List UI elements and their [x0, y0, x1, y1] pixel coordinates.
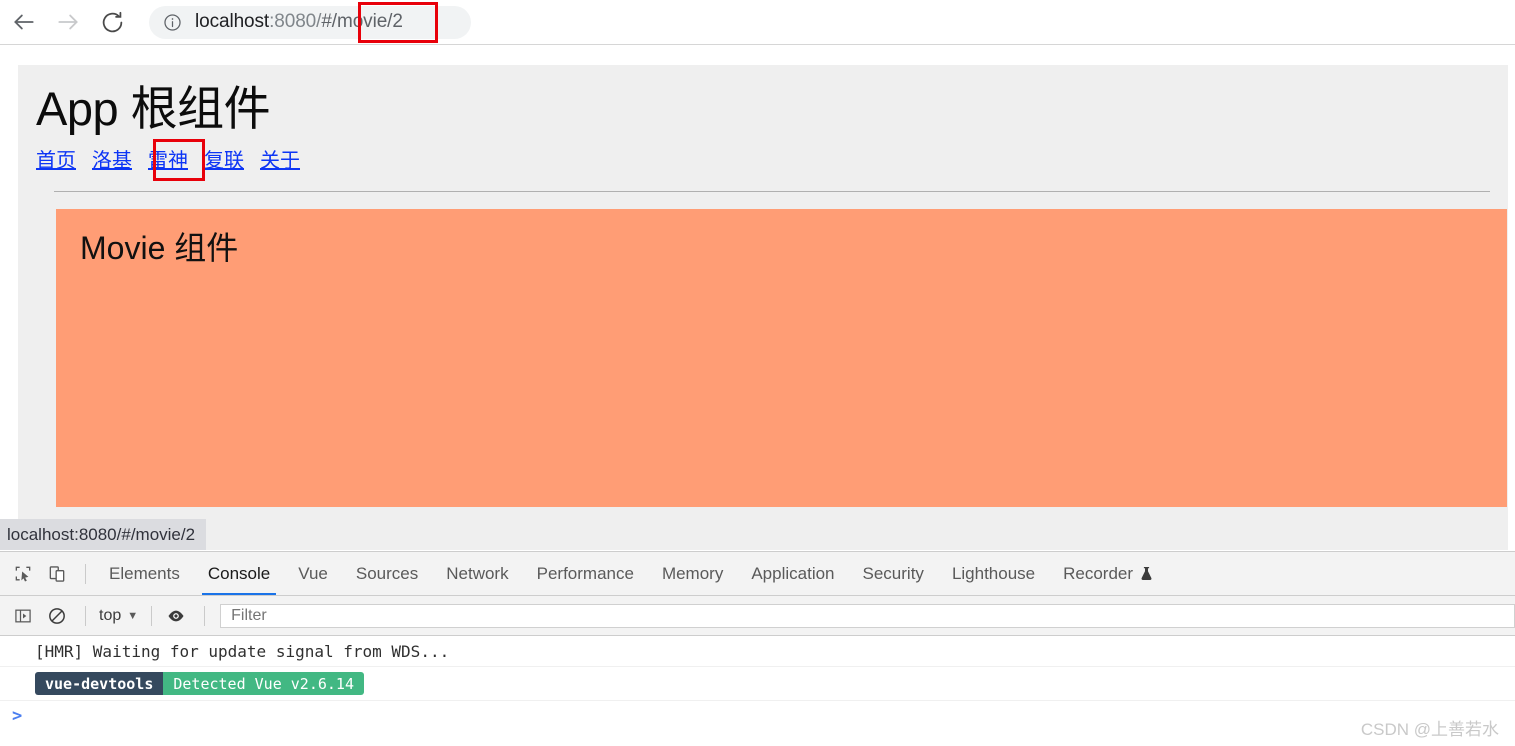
clear-console-button[interactable] — [42, 601, 72, 631]
device-toolbar-button[interactable] — [42, 559, 72, 589]
tab-sources[interactable]: Sources — [342, 552, 432, 595]
toolbar-separator — [85, 563, 86, 584]
page-title: App 根组件 — [36, 82, 271, 135]
nav-link-thor[interactable]: 雷神 — [148, 151, 188, 171]
url-path: #/movie/2 — [321, 11, 403, 32]
tab-network[interactable]: Network — [432, 552, 522, 595]
devtools-panel: Elements Console Vue Sources Network Per… — [0, 551, 1515, 746]
url-host: localhost — [195, 11, 270, 32]
experiment-flask-icon — [1140, 566, 1153, 581]
tab-memory[interactable]: Memory — [648, 552, 737, 595]
console-sidebar-toggle-button[interactable] — [8, 601, 38, 631]
browser-toolbar: localhost:8080/#/movie/2 — [0, 0, 1515, 45]
console-toolbar-separator-2 — [151, 605, 153, 626]
movie-component-panel: Movie 组件 — [56, 208, 1507, 507]
inspect-element-button[interactable] — [8, 559, 38, 589]
arrow-left-icon — [14, 14, 34, 30]
tab-console[interactable]: Console — [194, 552, 284, 595]
tab-performance[interactable]: Performance — [523, 552, 648, 595]
inspect-element-icon — [15, 566, 31, 581]
console-context-value: top — [99, 606, 122, 624]
sidebar-toggle-icon — [15, 609, 31, 622]
address-bar[interactable]: localhost:8080/#/movie/2 — [149, 1, 471, 43]
nav-link-loki[interactable]: 洛基 — [92, 151, 132, 171]
console-message-vue-devtools: vue-devtools Detected Vue v2.6.14 — [0, 667, 1515, 701]
tab-lighthouse[interactable]: Lighthouse — [938, 552, 1049, 595]
reload-button[interactable] — [92, 2, 132, 42]
tab-security[interactable]: Security — [849, 552, 938, 595]
live-expression-button[interactable] — [161, 601, 191, 631]
console-prompt[interactable]: > — [0, 701, 1515, 731]
tab-vue[interactable]: Vue — [284, 552, 342, 595]
tab-application[interactable]: Application — [737, 552, 848, 595]
reload-icon — [102, 11, 122, 32]
movie-component-title: Movie 组件 — [80, 229, 239, 266]
vue-devtools-badge: vue-devtools Detected Vue v2.6.14 — [35, 672, 364, 695]
link-status-bubble: localhost:8080/#/movie/2 — [0, 519, 207, 550]
watermark: CSDN @上善若水 — [1360, 720, 1499, 739]
tab-recorder[interactable]: Recorder — [1049, 552, 1167, 595]
console-toolbar-separator-3 — [204, 605, 206, 626]
console-prompt-caret-icon: > — [12, 706, 23, 726]
console-output: [HMR] Waiting for update signal from WDS… — [0, 637, 1515, 746]
console-toolbar: top ▼ Filter — [0, 596, 1515, 636]
site-info-icon[interactable] — [163, 13, 182, 32]
clear-console-icon — [49, 607, 65, 624]
devtools-tabbar: Elements Console Vue Sources Network Per… — [0, 552, 1515, 596]
nav-link-avengers[interactable]: 复联 — [204, 151, 244, 171]
forward-button[interactable] — [48, 2, 88, 42]
nav-link-about[interactable]: 关于 — [260, 151, 300, 171]
back-button[interactable] — [4, 2, 44, 42]
page-background: App 根组件 首页 洛基 雷神 复联 关于 Movie 组件 — [18, 65, 1508, 550]
console-filter-input[interactable]: Filter — [220, 603, 1515, 628]
nav-link-home[interactable]: 首页 — [36, 151, 76, 171]
tab-elements[interactable]: Elements — [95, 552, 194, 595]
app-navigation: 首页 洛基 雷神 复联 关于 — [36, 138, 1508, 181]
chevron-down-icon: ▼ — [127, 609, 139, 622]
url-text: localhost:8080/#/movie/2 — [195, 11, 403, 33]
console-context-selector[interactable]: top ▼ — [95, 607, 142, 625]
console-message-hmr: [HMR] Waiting for update signal from WDS… — [0, 637, 1515, 667]
console-toolbar-separator-1 — [85, 605, 86, 626]
vue-devtools-badge-label: vue-devtools — [35, 672, 164, 695]
eye-icon — [168, 610, 184, 621]
page-viewport: App 根组件 首页 洛基 雷神 复联 关于 Movie 组件 localhos… — [0, 46, 1515, 550]
divider — [54, 190, 1490, 192]
tab-recorder-label: Recorder — [1063, 563, 1134, 583]
arrow-right-icon — [58, 14, 78, 30]
url-port: :8080/ — [269, 11, 322, 32]
app-root-component: App 根组件 首页 洛基 雷神 复联 关于 Movie 组件 — [18, 65, 1508, 507]
vue-devtools-badge-value: Detected Vue v2.6.14 — [163, 672, 364, 695]
device-toolbar-icon — [49, 565, 65, 582]
